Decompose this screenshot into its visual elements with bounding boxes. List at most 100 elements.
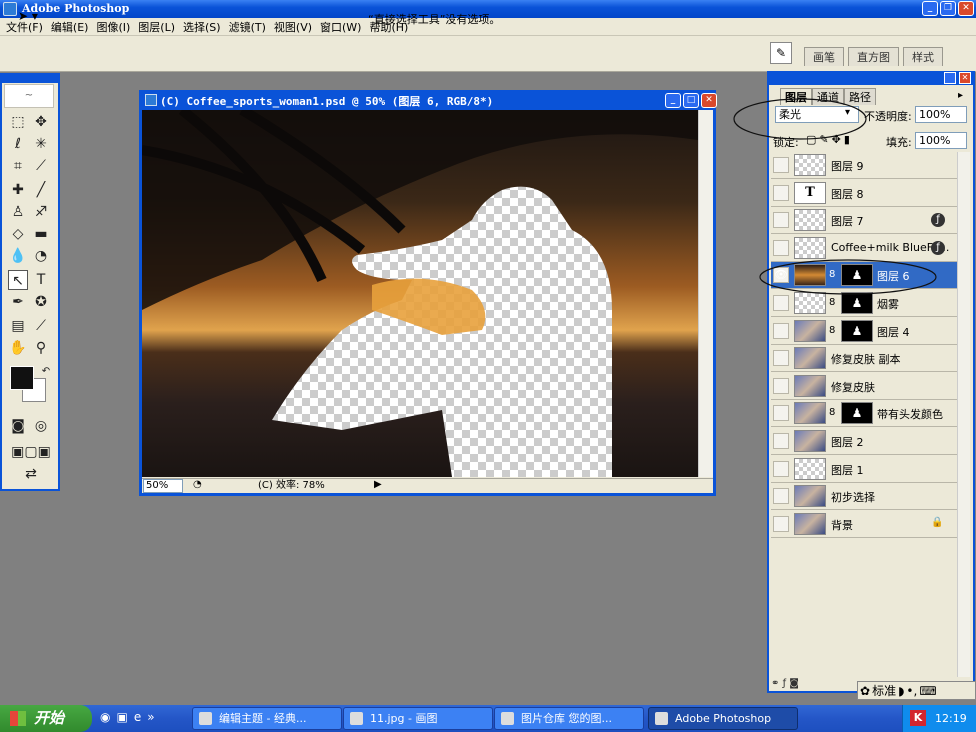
layer-row[interactable]: T 图层 8 — [771, 179, 957, 207]
lasso-tool-icon[interactable]: ℓ — [8, 134, 28, 154]
standard-mode-icon[interactable]: ◙ — [8, 416, 28, 436]
taskbar-task[interactable]: 图片仓库 您的图... — [494, 707, 644, 730]
doc-minimize-icon[interactable]: _ — [665, 93, 681, 108]
minimize-icon[interactable]: _ — [922, 1, 938, 16]
menu-item[interactable]: 图像(I) — [94, 19, 136, 35]
menu-item[interactable]: 图层(L) — [136, 19, 181, 35]
slice-tool-icon[interactable]: ⟋ — [31, 156, 51, 176]
eyedropper-tool-icon[interactable]: ⟋ — [31, 316, 51, 336]
panel-tab[interactable]: 通道 — [812, 88, 844, 105]
visibility-eye-icon[interactable] — [773, 212, 789, 229]
fill-field[interactable]: 100% — [915, 132, 967, 149]
quick-launch-ie-icon[interactable]: e — [134, 710, 141, 724]
swap-colors-icon[interactable]: ↶ — [36, 362, 56, 382]
panel-close-icon[interactable]: ✕ — [959, 72, 971, 84]
doc-maximize-icon[interactable]: □ — [683, 93, 699, 108]
mask-link-icon[interactable]: 8 — [829, 297, 835, 308]
ime-punctuation-icon[interactable]: •, — [906, 684, 917, 698]
panel-tab[interactable]: 路径 — [844, 88, 876, 105]
healing-brush-tool-icon[interactable]: ✚ — [8, 180, 28, 200]
palette-tab[interactable]: 画笔 — [804, 47, 844, 66]
quick-launch-more-icon[interactable]: » — [147, 710, 154, 724]
visibility-eye-icon[interactable] — [773, 184, 789, 201]
palette-tab[interactable]: 直方图 — [848, 47, 899, 66]
layer-style-icon[interactable]: ƒ — [783, 678, 787, 689]
close-icon[interactable]: ✕ — [958, 1, 974, 16]
gradient-tool-icon[interactable]: ▬ — [31, 224, 51, 244]
layer-row[interactable]: 图层 7 ƒ — [771, 207, 957, 235]
hand-tool-icon[interactable]: ✋ — [8, 338, 28, 358]
clone-stamp-tool-icon[interactable]: ♙ — [8, 202, 28, 222]
layer-row[interactable]: 修复皮肤 — [771, 372, 957, 400]
add-mask-icon[interactable]: ◙ — [789, 678, 799, 689]
visibility-eye-icon[interactable] — [773, 460, 789, 477]
mask-link-icon[interactable]: 8 — [829, 269, 835, 280]
visibility-eye-icon[interactable] — [773, 350, 789, 367]
marquee-tool-icon[interactable]: ⬚ — [8, 112, 28, 132]
visibility-eye-icon[interactable] — [773, 377, 789, 394]
magic-wand-tool-icon[interactable]: ✳ — [31, 134, 51, 154]
layer-row[interactable]: 图层 2 — [771, 428, 957, 455]
shape-tool-icon[interactable]: ✪ — [31, 292, 51, 312]
move-tool-icon[interactable]: ✥ — [31, 112, 51, 132]
layer-mask-thumbnail[interactable]: ♟ — [841, 402, 873, 425]
zoom-tool-icon[interactable]: ⚲ — [31, 338, 51, 358]
layer-row[interactable]: 背景 🔒 — [771, 510, 957, 538]
visibility-eye-icon[interactable] — [773, 295, 789, 311]
visibility-eye-icon[interactable] — [773, 405, 789, 422]
menu-item[interactable]: 视图(V) — [272, 19, 318, 35]
visibility-eye-icon[interactable] — [773, 488, 789, 505]
restore-icon[interactable]: ❐ — [940, 1, 956, 16]
tool-preset-picker[interactable]: ➤ ▾ — [18, 9, 48, 27]
crop-tool-icon[interactable]: ⌗ — [8, 156, 28, 176]
start-button[interactable]: 开始 — [0, 705, 92, 732]
layer-row[interactable]: Coffee+milk BlueFa... ƒ — [771, 234, 957, 262]
zoom-field[interactable]: 50% — [143, 479, 183, 493]
opacity-field[interactable]: 100% — [915, 106, 967, 123]
layer-effects-icon[interactable]: ƒ — [931, 240, 945, 255]
history-brush-tool-icon[interactable]: ♐ — [31, 202, 51, 222]
layer-row[interactable]: 修复皮肤 副本 — [771, 345, 957, 373]
panel-tab[interactable]: 图层 — [780, 88, 812, 105]
image-canvas[interactable] — [142, 110, 698, 477]
menu-item[interactable]: 滤镜(T) — [227, 19, 272, 35]
photoshop-app-icon[interactable] — [3, 2, 17, 16]
antivirus-tray-icon[interactable]: K — [910, 710, 926, 726]
ime-fullwidth-icon[interactable]: ◗ — [898, 684, 904, 698]
quick-launch-app-icon[interactable]: ◉ — [100, 710, 110, 724]
lock-options-icons[interactable]: ▢✎✥▮ — [806, 133, 853, 146]
panel-menu-icon[interactable]: ▸ — [958, 90, 963, 101]
layer-row[interactable]: 图层 9 — [771, 152, 957, 179]
palette-well-icon[interactable]: ✎ — [770, 42, 792, 64]
taskbar-task[interactable]: 编辑主题 - 经典... — [192, 707, 342, 730]
menu-item[interactable]: 窗口(W) — [318, 19, 367, 35]
menu-item[interactable]: 选择(S) — [181, 19, 227, 35]
visibility-eye-icon[interactable] — [773, 239, 789, 256]
pen-tool-icon[interactable]: ✒ — [8, 292, 28, 312]
taskbar-task[interactable]: 11.jpg - 画图 — [343, 707, 493, 730]
document-vertical-scrollbar[interactable] — [698, 110, 713, 477]
layers-scrollbar[interactable] — [957, 152, 970, 677]
ime-keyboard-icon[interactable]: ⌨ — [919, 684, 936, 698]
menu-item[interactable]: 编辑(E) — [49, 19, 95, 35]
direct-select-tool-icon[interactable]: ↖ — [8, 270, 28, 290]
layer-row[interactable]: 8 ♟ 烟雾 — [771, 290, 957, 317]
ime-logo-icon[interactable]: ✿ — [860, 684, 870, 698]
brush-tool-icon[interactable]: ╱ — [31, 180, 51, 200]
layer-mask-thumbnail[interactable]: ♟ — [841, 319, 873, 342]
ime-mode-label[interactable]: 标准 — [872, 682, 896, 699]
mask-link-icon[interactable]: 8 — [829, 407, 835, 418]
layer-mask-thumbnail[interactable]: ♟ — [841, 292, 873, 314]
status-arrow-icon[interactable]: ▶ — [374, 479, 382, 490]
quick-mask-mode-icon[interactable]: ◎ — [31, 416, 51, 436]
visibility-eye-icon[interactable] — [773, 433, 789, 449]
layer-row[interactable]: 8 ♟ 带有头发颜色 — [771, 400, 957, 428]
layer-effects-icon[interactable]: ƒ — [931, 213, 945, 228]
chevron-down-icon[interactable]: ▾ — [845, 107, 850, 118]
layer-row[interactable]: 初步选择 — [771, 483, 957, 511]
eraser-tool-icon[interactable]: ◇ — [8, 224, 28, 244]
panel-minimize-icon[interactable] — [944, 72, 956, 84]
foreground-color-swatch[interactable] — [10, 366, 34, 390]
status-menu-icon[interactable]: ◔ — [193, 479, 202, 490]
type-tool-icon[interactable]: T — [31, 270, 51, 290]
